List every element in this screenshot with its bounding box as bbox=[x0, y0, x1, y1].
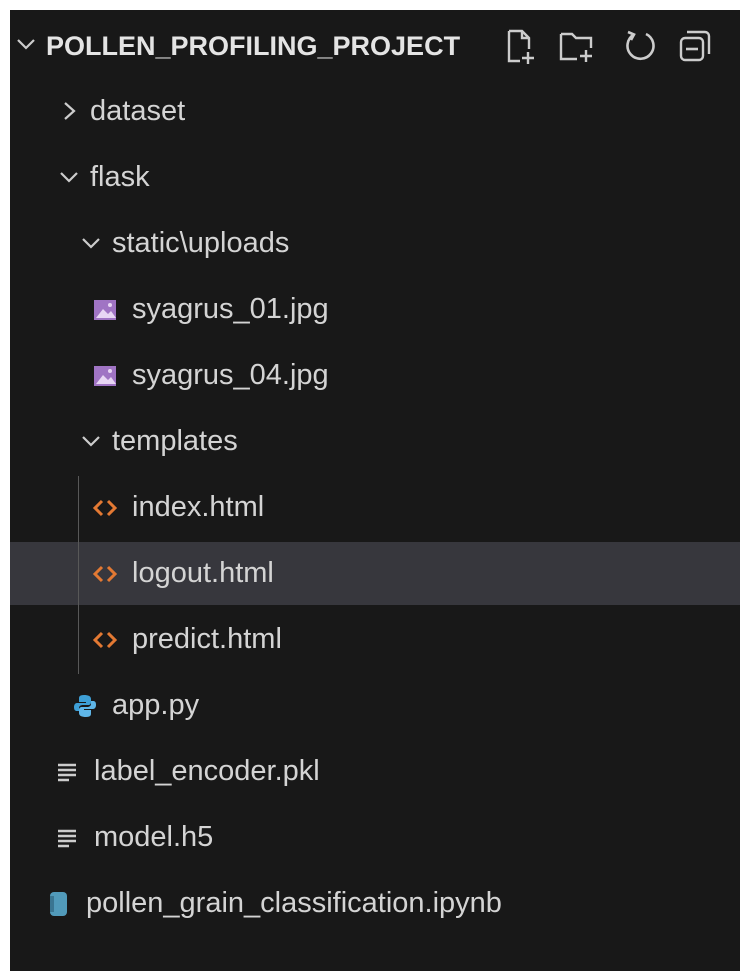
notebook-file-icon bbox=[50, 892, 67, 916]
tree-item-label: model.h5 bbox=[94, 821, 214, 853]
tree-item-label: flask bbox=[90, 161, 150, 193]
tree-item-label: syagrus_04.jpg bbox=[132, 359, 329, 391]
image-file-icon bbox=[94, 366, 116, 386]
tree-item-label: predict.html bbox=[132, 623, 282, 655]
chevron-down-icon[interactable] bbox=[80, 232, 102, 254]
tree-item[interactable]: dataset bbox=[10, 80, 740, 143]
text-file-icon bbox=[58, 829, 76, 848]
tree-item[interactable]: flask bbox=[10, 146, 740, 209]
tree-item-label: label_encoder.pkl bbox=[94, 755, 320, 787]
tree-item-label: syagrus_01.jpg bbox=[132, 293, 329, 325]
tree-item[interactable]: model.h5 bbox=[10, 806, 740, 869]
tree-item-label: index.html bbox=[132, 491, 265, 523]
tree-item[interactable]: app.py bbox=[10, 674, 740, 737]
collapse-all-icon[interactable] bbox=[675, 26, 715, 66]
html-file-icon bbox=[92, 565, 118, 583]
new-file-icon[interactable] bbox=[500, 26, 540, 66]
html-file-icon bbox=[92, 631, 118, 649]
indent-guide bbox=[78, 476, 79, 674]
explorer-header[interactable]: POLLEN_PROFILING_PROJECT bbox=[10, 10, 740, 80]
tree-item-label: logout.html bbox=[132, 557, 274, 589]
tree-item-label: dataset bbox=[90, 95, 186, 127]
tree-item[interactable]: templates bbox=[10, 410, 740, 473]
tree-item[interactable]: predict.html bbox=[10, 608, 740, 671]
tree-item[interactable]: index.html bbox=[10, 476, 740, 539]
project-title[interactable]: POLLEN_PROFILING_PROJECT bbox=[46, 24, 460, 68]
tree-item-label: static\uploads bbox=[112, 227, 290, 259]
tree-item[interactable]: pollen_grain_classification.ipynb bbox=[10, 872, 740, 935]
html-file-icon bbox=[92, 499, 118, 517]
tree-item-label: pollen_grain_classification.ipynb bbox=[86, 887, 502, 919]
tree-item[interactable]: static\uploads bbox=[10, 212, 740, 275]
refresh-icon[interactable] bbox=[620, 26, 660, 66]
python-file-icon bbox=[74, 695, 96, 717]
chevron-right-icon[interactable] bbox=[58, 100, 80, 122]
tree-item[interactable]: label_encoder.pkl bbox=[10, 740, 740, 803]
tree-item[interactable]: syagrus_04.jpg bbox=[10, 344, 740, 407]
tree-item[interactable]: logout.html bbox=[10, 542, 740, 605]
chevron-down-icon[interactable] bbox=[58, 166, 80, 188]
tree-item-label: app.py bbox=[112, 689, 200, 721]
new-folder-icon[interactable] bbox=[557, 26, 597, 66]
text-file-icon bbox=[58, 763, 76, 782]
chevron-down-icon[interactable] bbox=[80, 430, 102, 452]
tree-item-label: templates bbox=[112, 425, 238, 457]
image-file-icon bbox=[94, 300, 116, 320]
file-explorer: POLLEN_PROFILING_PROJECT dataset flask s… bbox=[10, 10, 740, 971]
chevron-down-icon[interactable] bbox=[14, 32, 38, 56]
tree-item[interactable]: syagrus_01.jpg bbox=[10, 278, 740, 341]
